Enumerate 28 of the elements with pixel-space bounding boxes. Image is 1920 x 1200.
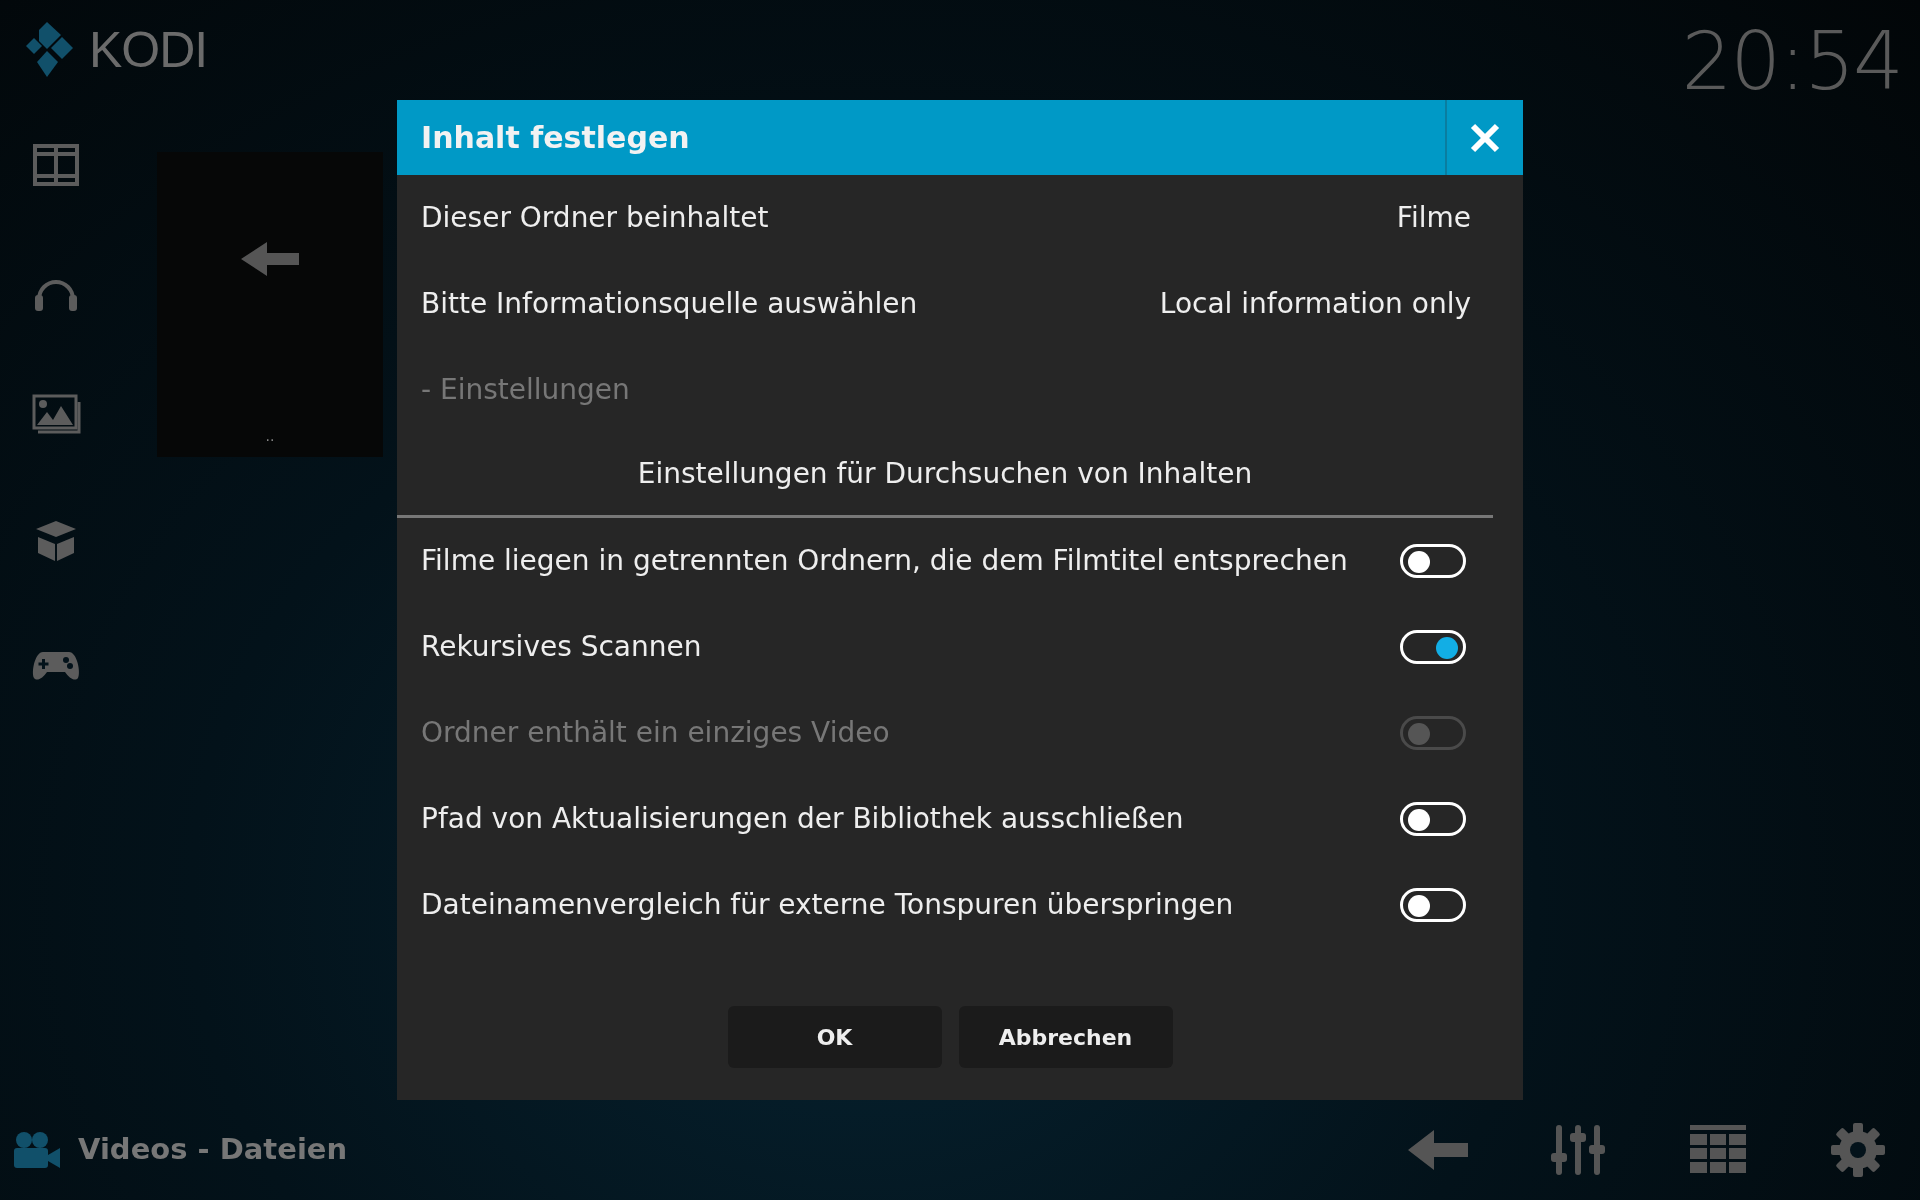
section-heading: Einstellungen für Durchsuchen von Inhalten xyxy=(637,456,1253,492)
dialog-button[interactable]: Abbrechen xyxy=(958,1006,1173,1068)
setting-label: Ordner enthält ein einziges Video xyxy=(421,715,890,751)
setting-label[interactable]: Dieser Ordner beinhaltet xyxy=(421,197,769,239)
settings-icon[interactable] xyxy=(1828,1123,1888,1177)
dialog-title: Inhalt festlegen xyxy=(420,119,691,157)
toggle-switch[interactable] xyxy=(1400,630,1466,664)
section-title: Videos - Dateien xyxy=(78,1131,348,1169)
logo-text: KODI xyxy=(89,25,208,75)
setting-label[interactable]: Rekursives Scannen xyxy=(421,626,702,668)
tile-label: .. xyxy=(265,427,275,446)
setting-label[interactable]: Dateinamenvergleich für externe Tonspuren überspringen xyxy=(421,884,1234,926)
dialog-button[interactable]: OK xyxy=(727,1006,942,1068)
setting-value[interactable]: Filme xyxy=(1396,197,1471,239)
video-camera-icon xyxy=(12,1131,60,1169)
setting-label[interactable]: Pfad von Aktualisierungen der Bibliothek ausschließen xyxy=(421,798,1184,840)
toggle-switch[interactable] xyxy=(1400,544,1466,578)
category-label: - Einstellungen xyxy=(421,372,630,408)
back-arrow-icon xyxy=(241,242,299,276)
sliders-icon[interactable] xyxy=(1548,1123,1608,1177)
setting-label[interactable]: Filme liegen in getrennten Ordnern, die dem Filmtitel entsprechen xyxy=(421,540,1348,582)
close-icon xyxy=(1470,122,1500,153)
clock: 20:54 xyxy=(1681,22,1902,102)
setting-label[interactable]: Bitte Informationsquelle auswählen xyxy=(421,283,918,325)
setting-value[interactable]: Local information only xyxy=(1159,283,1471,325)
toggle-switch[interactable] xyxy=(1400,888,1466,922)
toggle-switch[interactable] xyxy=(1400,802,1466,836)
folder-tile[interactable]: .. xyxy=(157,152,383,457)
